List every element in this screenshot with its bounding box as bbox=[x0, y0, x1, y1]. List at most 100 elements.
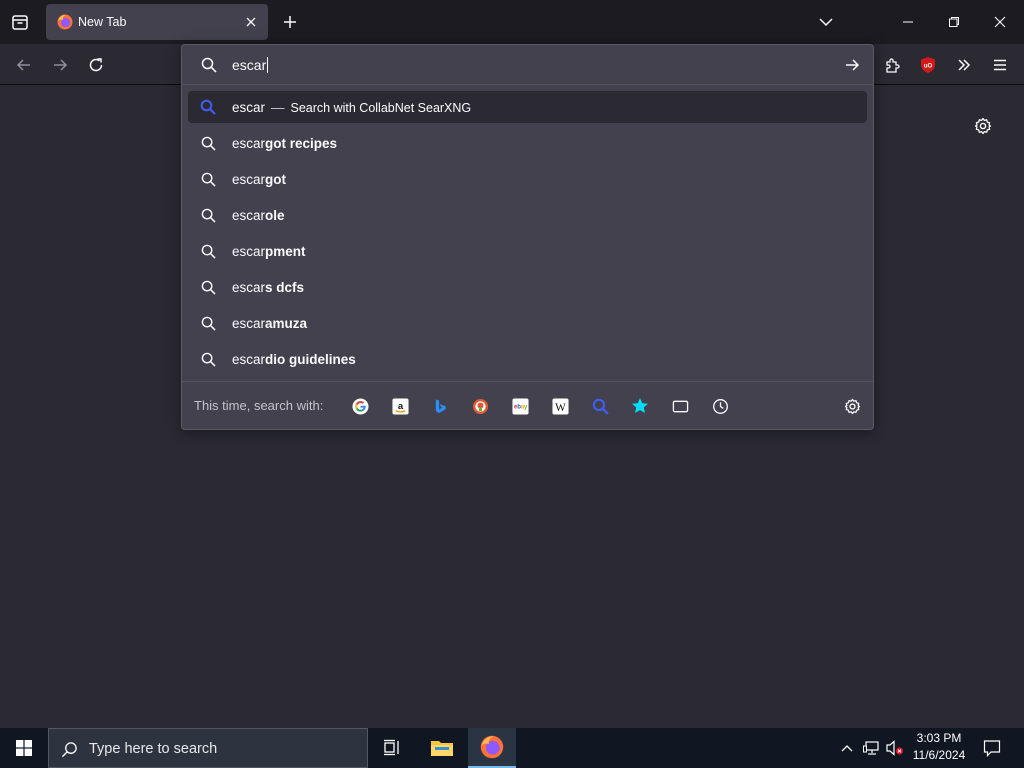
close-window-button[interactable] bbox=[980, 4, 1020, 40]
one-off-search-bar: This time, search with: a e b a y W bbox=[182, 381, 873, 429]
suggestion-completion: ole bbox=[265, 207, 285, 223]
forward-button[interactable] bbox=[47, 52, 73, 78]
search-settings-button[interactable] bbox=[842, 396, 862, 416]
taskbar-search-box[interactable]: Type here to search bbox=[48, 728, 368, 768]
suggestion-row[interactable]: escarole bbox=[188, 197, 867, 233]
volume-button[interactable] bbox=[884, 728, 906, 768]
arrow-right-icon bbox=[54, 59, 68, 71]
duckduckgo-engine-button[interactable] bbox=[470, 396, 490, 416]
svg-text:a: a bbox=[397, 400, 403, 411]
clock-date: 11/6/2024 bbox=[912, 748, 966, 762]
suggestion-typed: escar bbox=[232, 135, 266, 151]
one-off-label: This time, search with: bbox=[194, 398, 324, 413]
firefox-icon bbox=[480, 735, 504, 759]
suggestion-row[interactable]: escargot recipes bbox=[188, 125, 867, 161]
file-explorer-button[interactable] bbox=[418, 728, 466, 768]
bing-engine-button[interactable] bbox=[430, 396, 450, 416]
suggestion-row[interactable]: escargot bbox=[188, 161, 867, 197]
personalize-new-tab-button[interactable] bbox=[972, 115, 994, 137]
suggestion-text: escaramuza bbox=[232, 316, 307, 331]
ebay-engine-button[interactable]: e b a y bbox=[510, 396, 530, 416]
suggestion-row[interactable]: escaramuza bbox=[188, 305, 867, 341]
tab-close-button[interactable] bbox=[242, 13, 260, 31]
taskbar: Type here to search 3:03 PM 11/6/2024 bbox=[0, 728, 1024, 768]
go-button[interactable] bbox=[841, 54, 863, 76]
clock-time: 3:03 PM bbox=[916, 731, 962, 745]
suggestion-text: escarpment bbox=[232, 244, 306, 259]
ublock-origin-button[interactable]: uO bbox=[915, 52, 941, 78]
suggestion-row[interactable]: escardio guidelines bbox=[188, 341, 867, 377]
network-button[interactable] bbox=[860, 728, 882, 768]
history-icon bbox=[712, 398, 728, 414]
suggestion-text: escardio guidelines bbox=[232, 352, 356, 367]
show-hidden-icons-button[interactable] bbox=[836, 728, 858, 768]
task-view-button[interactable] bbox=[368, 728, 416, 768]
suggestion-typed: escar bbox=[232, 243, 266, 259]
duckduckgo-icon bbox=[472, 398, 488, 414]
start-button[interactable] bbox=[0, 728, 48, 768]
amazon-engine-button[interactable]: a bbox=[390, 396, 410, 416]
notifications-icon bbox=[983, 740, 1001, 757]
search-icon bbox=[199, 314, 217, 332]
autocomplete-results: escar — Search with CollabNet SearXNG esca… bbox=[188, 91, 867, 377]
firefox-taskbar-button[interactable] bbox=[468, 728, 516, 768]
address-input[interactable]: escar bbox=[232, 55, 269, 75]
windows-logo-icon bbox=[16, 740, 32, 756]
wikipedia-engine-button[interactable]: W bbox=[550, 396, 570, 416]
more-tools-button[interactable] bbox=[951, 52, 977, 78]
google-icon bbox=[351, 397, 369, 415]
tabs-search-button[interactable] bbox=[670, 396, 690, 416]
reload-button[interactable] bbox=[83, 52, 109, 78]
minimize-button[interactable] bbox=[888, 4, 928, 40]
taskbar-clock[interactable]: 3:03 PM 11/6/2024 bbox=[906, 730, 972, 764]
searxng-engine-button[interactable] bbox=[590, 396, 610, 416]
action-center-button[interactable] bbox=[978, 728, 1006, 768]
suggestion-row[interactable]: escarpment bbox=[188, 233, 867, 269]
extensions-button[interactable] bbox=[879, 52, 905, 78]
search-icon bbox=[199, 206, 217, 224]
plus-icon bbox=[284, 16, 296, 28]
restore-button[interactable] bbox=[934, 4, 974, 40]
chevron-down-icon bbox=[819, 18, 833, 27]
reload-icon bbox=[89, 58, 103, 72]
firefox-view-button[interactable] bbox=[8, 10, 32, 34]
new-tab-button[interactable] bbox=[278, 10, 302, 34]
search-icon bbox=[199, 350, 217, 368]
search-icon bbox=[199, 170, 217, 188]
result-action: Search with CollabNet SearXNG bbox=[290, 100, 472, 115]
suggestion-row[interactable]: escars dcfs bbox=[188, 269, 867, 305]
back-button[interactable] bbox=[11, 52, 37, 78]
app-menu-button[interactable] bbox=[987, 52, 1013, 78]
searxng-icon bbox=[592, 398, 609, 415]
ublock-icon: uO bbox=[921, 57, 935, 73]
result-query: escar bbox=[232, 99, 266, 115]
google-engine-button[interactable] bbox=[350, 396, 370, 416]
search-action-result[interactable]: escar — Search with CollabNet SearXNG bbox=[188, 91, 867, 123]
suggestion-typed: escar bbox=[232, 171, 266, 187]
tab-bar: New Tab bbox=[0, 0, 1024, 44]
task-view-icon bbox=[384, 739, 399, 756]
list-all-tabs-button[interactable] bbox=[806, 4, 846, 40]
firefox-view-icon bbox=[12, 15, 28, 30]
ebay-icon: e b a y bbox=[511, 397, 529, 415]
arrow-left-icon bbox=[16, 59, 30, 71]
suggestion-typed: escar bbox=[232, 351, 266, 367]
address-bar-popup: escar escar — Search with CollabNet SearXN… bbox=[181, 44, 874, 430]
result-separator: — bbox=[271, 99, 285, 115]
search-icon bbox=[199, 55, 219, 75]
search-icon bbox=[59, 739, 79, 759]
amazon-icon: a bbox=[391, 397, 409, 415]
result-text: escar — Search with CollabNet SearXNG bbox=[232, 100, 471, 115]
suggestion-completion: got recipes bbox=[265, 135, 338, 151]
puzzle-icon bbox=[885, 57, 900, 73]
wikipedia-icon: W bbox=[551, 397, 569, 415]
suggestion-completion: s dcfs bbox=[265, 279, 305, 295]
close-icon bbox=[994, 16, 1006, 28]
suggestion-text: escarole bbox=[232, 208, 285, 223]
bookmarks-search-button[interactable] bbox=[630, 396, 650, 416]
suggestion-typed: escar bbox=[232, 207, 266, 223]
bookmarks-icon bbox=[632, 398, 648, 413]
address-bar[interactable]: escar bbox=[182, 45, 873, 85]
history-search-button[interactable] bbox=[710, 396, 730, 416]
tab-new-tab[interactable]: New Tab bbox=[46, 4, 268, 40]
